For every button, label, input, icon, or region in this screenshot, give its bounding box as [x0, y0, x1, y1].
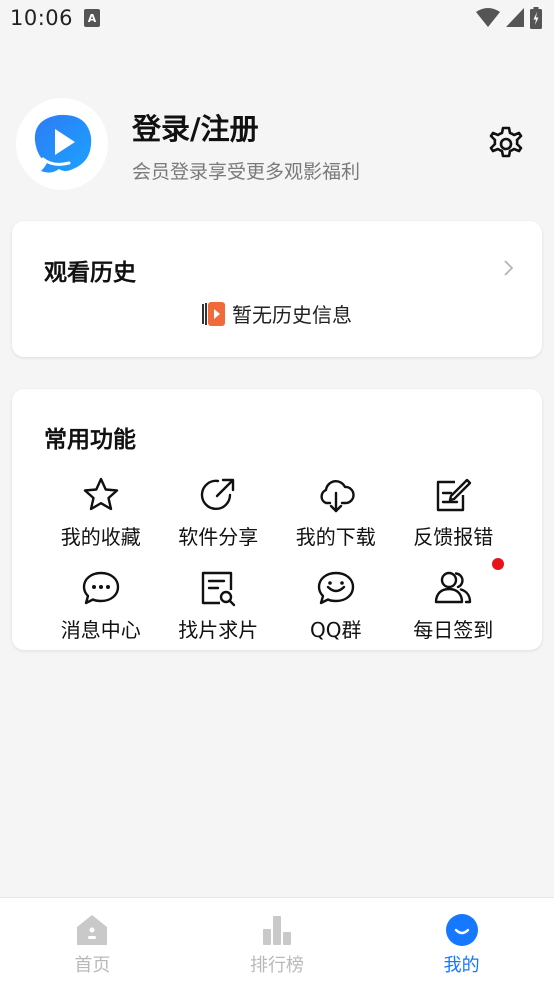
- func-label: QQ群: [310, 618, 362, 642]
- svg-text:A: A: [88, 12, 97, 25]
- bar-chart-icon: [263, 916, 291, 945]
- nav-label-ranking: 排行榜: [250, 955, 304, 976]
- func-label: 消息中心: [60, 618, 141, 642]
- functions-grid: 我的收藏 软件分享 我的下载 反馈报错 消息中心 找片求片 QQ群 每日签到: [42, 475, 512, 643]
- watch-history-title: 观看历史: [44, 260, 136, 286]
- nav-home[interactable]: 首页: [0, 898, 185, 985]
- my-downloads-button[interactable]: 我的下载: [277, 475, 395, 550]
- chat-bubble-icon: [82, 571, 119, 605]
- app-logo-icon: [34, 114, 92, 173]
- notification-badge: [492, 558, 504, 570]
- nav-mine[interactable]: 我的: [369, 898, 554, 985]
- find-movie-button[interactable]: 找片求片: [160, 568, 278, 643]
- watch-history-card[interactable]: 观看历史 暂无历史信息: [12, 221, 542, 357]
- battery-icon: [530, 7, 542, 29]
- wifi-icon: [476, 8, 500, 27]
- edit-feedback-icon: [437, 478, 472, 512]
- history-empty-state: 暂无历史信息: [12, 299, 542, 328]
- status-indicators: [476, 7, 542, 29]
- video-clip-icon: [202, 301, 225, 326]
- message-center-button[interactable]: 消息中心: [42, 568, 160, 643]
- qq-group-button[interactable]: QQ群: [277, 568, 395, 643]
- cloud-download-icon: [320, 480, 355, 513]
- home-icon: [77, 915, 108, 945]
- nav-label-home: 首页: [74, 955, 111, 976]
- func-label: 每日签到: [413, 618, 494, 642]
- avatar[interactable]: [16, 98, 108, 190]
- share-app-button[interactable]: 软件分享: [160, 475, 278, 550]
- functions-title: 常用功能: [44, 427, 136, 453]
- nav-ranking[interactable]: 排行榜: [185, 898, 370, 985]
- history-empty-text: 暂无历史信息: [232, 303, 352, 327]
- feedback-button[interactable]: 反馈报错: [395, 475, 513, 550]
- func-label: 找片求片: [178, 618, 259, 642]
- bottom-navigation: 首页 排行榜 我的: [0, 897, 554, 985]
- chevron-right-icon[interactable]: [502, 257, 516, 279]
- func-label: 反馈报错: [413, 525, 494, 549]
- status-bar: 10:06 A: [0, 0, 554, 38]
- group-chat-icon: [317, 571, 354, 605]
- daily-checkin-button[interactable]: 每日签到: [395, 558, 513, 643]
- search-document-icon: [202, 571, 236, 607]
- share-icon: [201, 478, 235, 511]
- profile-icon: [445, 914, 478, 946]
- func-label: 我的下载: [295, 525, 376, 549]
- nav-label-mine: 我的: [443, 955, 480, 976]
- func-label: 软件分享: [178, 525, 259, 549]
- notification-icon: A: [84, 9, 100, 27]
- login-subtitle: 会员登录享受更多观影福利: [132, 161, 361, 183]
- favorites-button[interactable]: 我的收藏: [42, 475, 160, 550]
- login-register-link[interactable]: 登录/注册: [132, 106, 259, 148]
- func-label: 我的收藏: [60, 525, 141, 549]
- users-icon: [435, 571, 472, 604]
- signal-icon: [506, 8, 524, 27]
- settings-gear-icon[interactable]: [486, 124, 526, 164]
- status-time: 10:06: [10, 6, 74, 30]
- star-icon: [83, 477, 118, 511]
- common-functions-card: 常用功能 我的收藏 软件分享 我的下载 反馈报错 消息中心 找片求片 QQ群 每…: [12, 389, 542, 650]
